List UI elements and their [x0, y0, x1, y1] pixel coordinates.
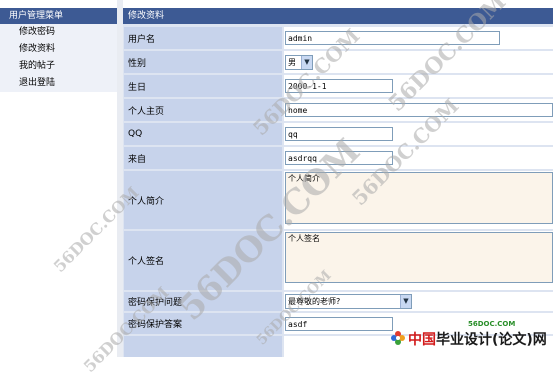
gender-cell: 男 ▼ — [284, 51, 553, 73]
username-label: 用户名 — [124, 27, 282, 49]
gender-select[interactable]: 男 ▼ — [285, 55, 313, 70]
from-label: 来自 — [124, 147, 282, 169]
menu-item-change-password[interactable]: 修改密码 — [0, 24, 117, 41]
intro-textarea[interactable]: 个人简介 — [285, 172, 553, 224]
form-title: 修改资料 — [123, 8, 553, 24]
from-cell: asdrqq — [284, 147, 553, 169]
username-cell: admin — [284, 27, 553, 49]
intro-label: 个人简介 — [124, 171, 282, 229]
qq-input[interactable]: qq — [285, 127, 393, 141]
menu-item-my-posts[interactable]: 我的帖子 — [0, 58, 117, 75]
security-answer-input[interactable]: asdf — [285, 317, 393, 331]
logo-main-text: 毕业设计(论文)网 — [436, 332, 547, 348]
site-logo: 56DOC.COM 中国毕业设计(论文)网 — [390, 320, 553, 357]
security-question-cell: 最尊敬的老师? ▼ — [284, 292, 553, 311]
signature-textarea[interactable]: 个人签名 — [285, 232, 553, 283]
menu-item-logout[interactable]: 退出登陆 — [0, 75, 117, 92]
menu-item-edit-profile[interactable]: 修改资料 — [0, 41, 117, 58]
signature-label: 个人签名 — [124, 231, 282, 290]
logo-cn: 中国 — [408, 332, 436, 348]
security-question-label: 密码保护问题 — [124, 292, 282, 311]
logo-url: 56DOC.COM — [468, 320, 516, 328]
signature-cell: 个人签名 — [284, 231, 553, 290]
security-answer-label: 密码保护答案 — [124, 313, 282, 334]
birthday-label: 生日 — [124, 75, 282, 97]
homepage-cell: home — [284, 99, 553, 121]
intro-cell: 个人简介 — [284, 171, 553, 229]
logo-title: 中国毕业设计(论文)网 — [408, 329, 547, 349]
homepage-input[interactable]: home — [285, 103, 553, 117]
edit-profile-form: 修改资料 用户名 admin 性别 男 ▼ 生日 2000-1-1 个人主页 h… — [123, 8, 553, 357]
qq-label: QQ — [124, 123, 282, 145]
user-menu: 用户管理菜单 修改密码 修改资料 我的帖子 退出登陆 — [0, 0, 117, 357]
birthday-cell: 2000-1-1 — [284, 75, 553, 97]
birthday-input[interactable]: 2000-1-1 — [285, 79, 393, 93]
menu-title: 用户管理菜单 — [0, 8, 117, 24]
gender-label: 性别 — [124, 51, 282, 73]
username-input[interactable]: admin — [285, 31, 500, 45]
qq-cell: qq — [284, 123, 553, 145]
homepage-label: 个人主页 — [124, 99, 282, 121]
gender-value: 男 — [288, 58, 296, 67]
submit-row — [124, 336, 282, 357]
chevron-down-icon[interactable]: ▼ — [301, 56, 312, 69]
security-question-value: 最尊敬的老师? — [288, 297, 341, 306]
security-question-select[interactable]: 最尊敬的老师? ▼ — [285, 294, 412, 309]
chevron-down-icon[interactable]: ▼ — [400, 295, 411, 308]
flower-icon — [391, 331, 405, 345]
from-input[interactable]: asdrqq — [285, 151, 393, 165]
